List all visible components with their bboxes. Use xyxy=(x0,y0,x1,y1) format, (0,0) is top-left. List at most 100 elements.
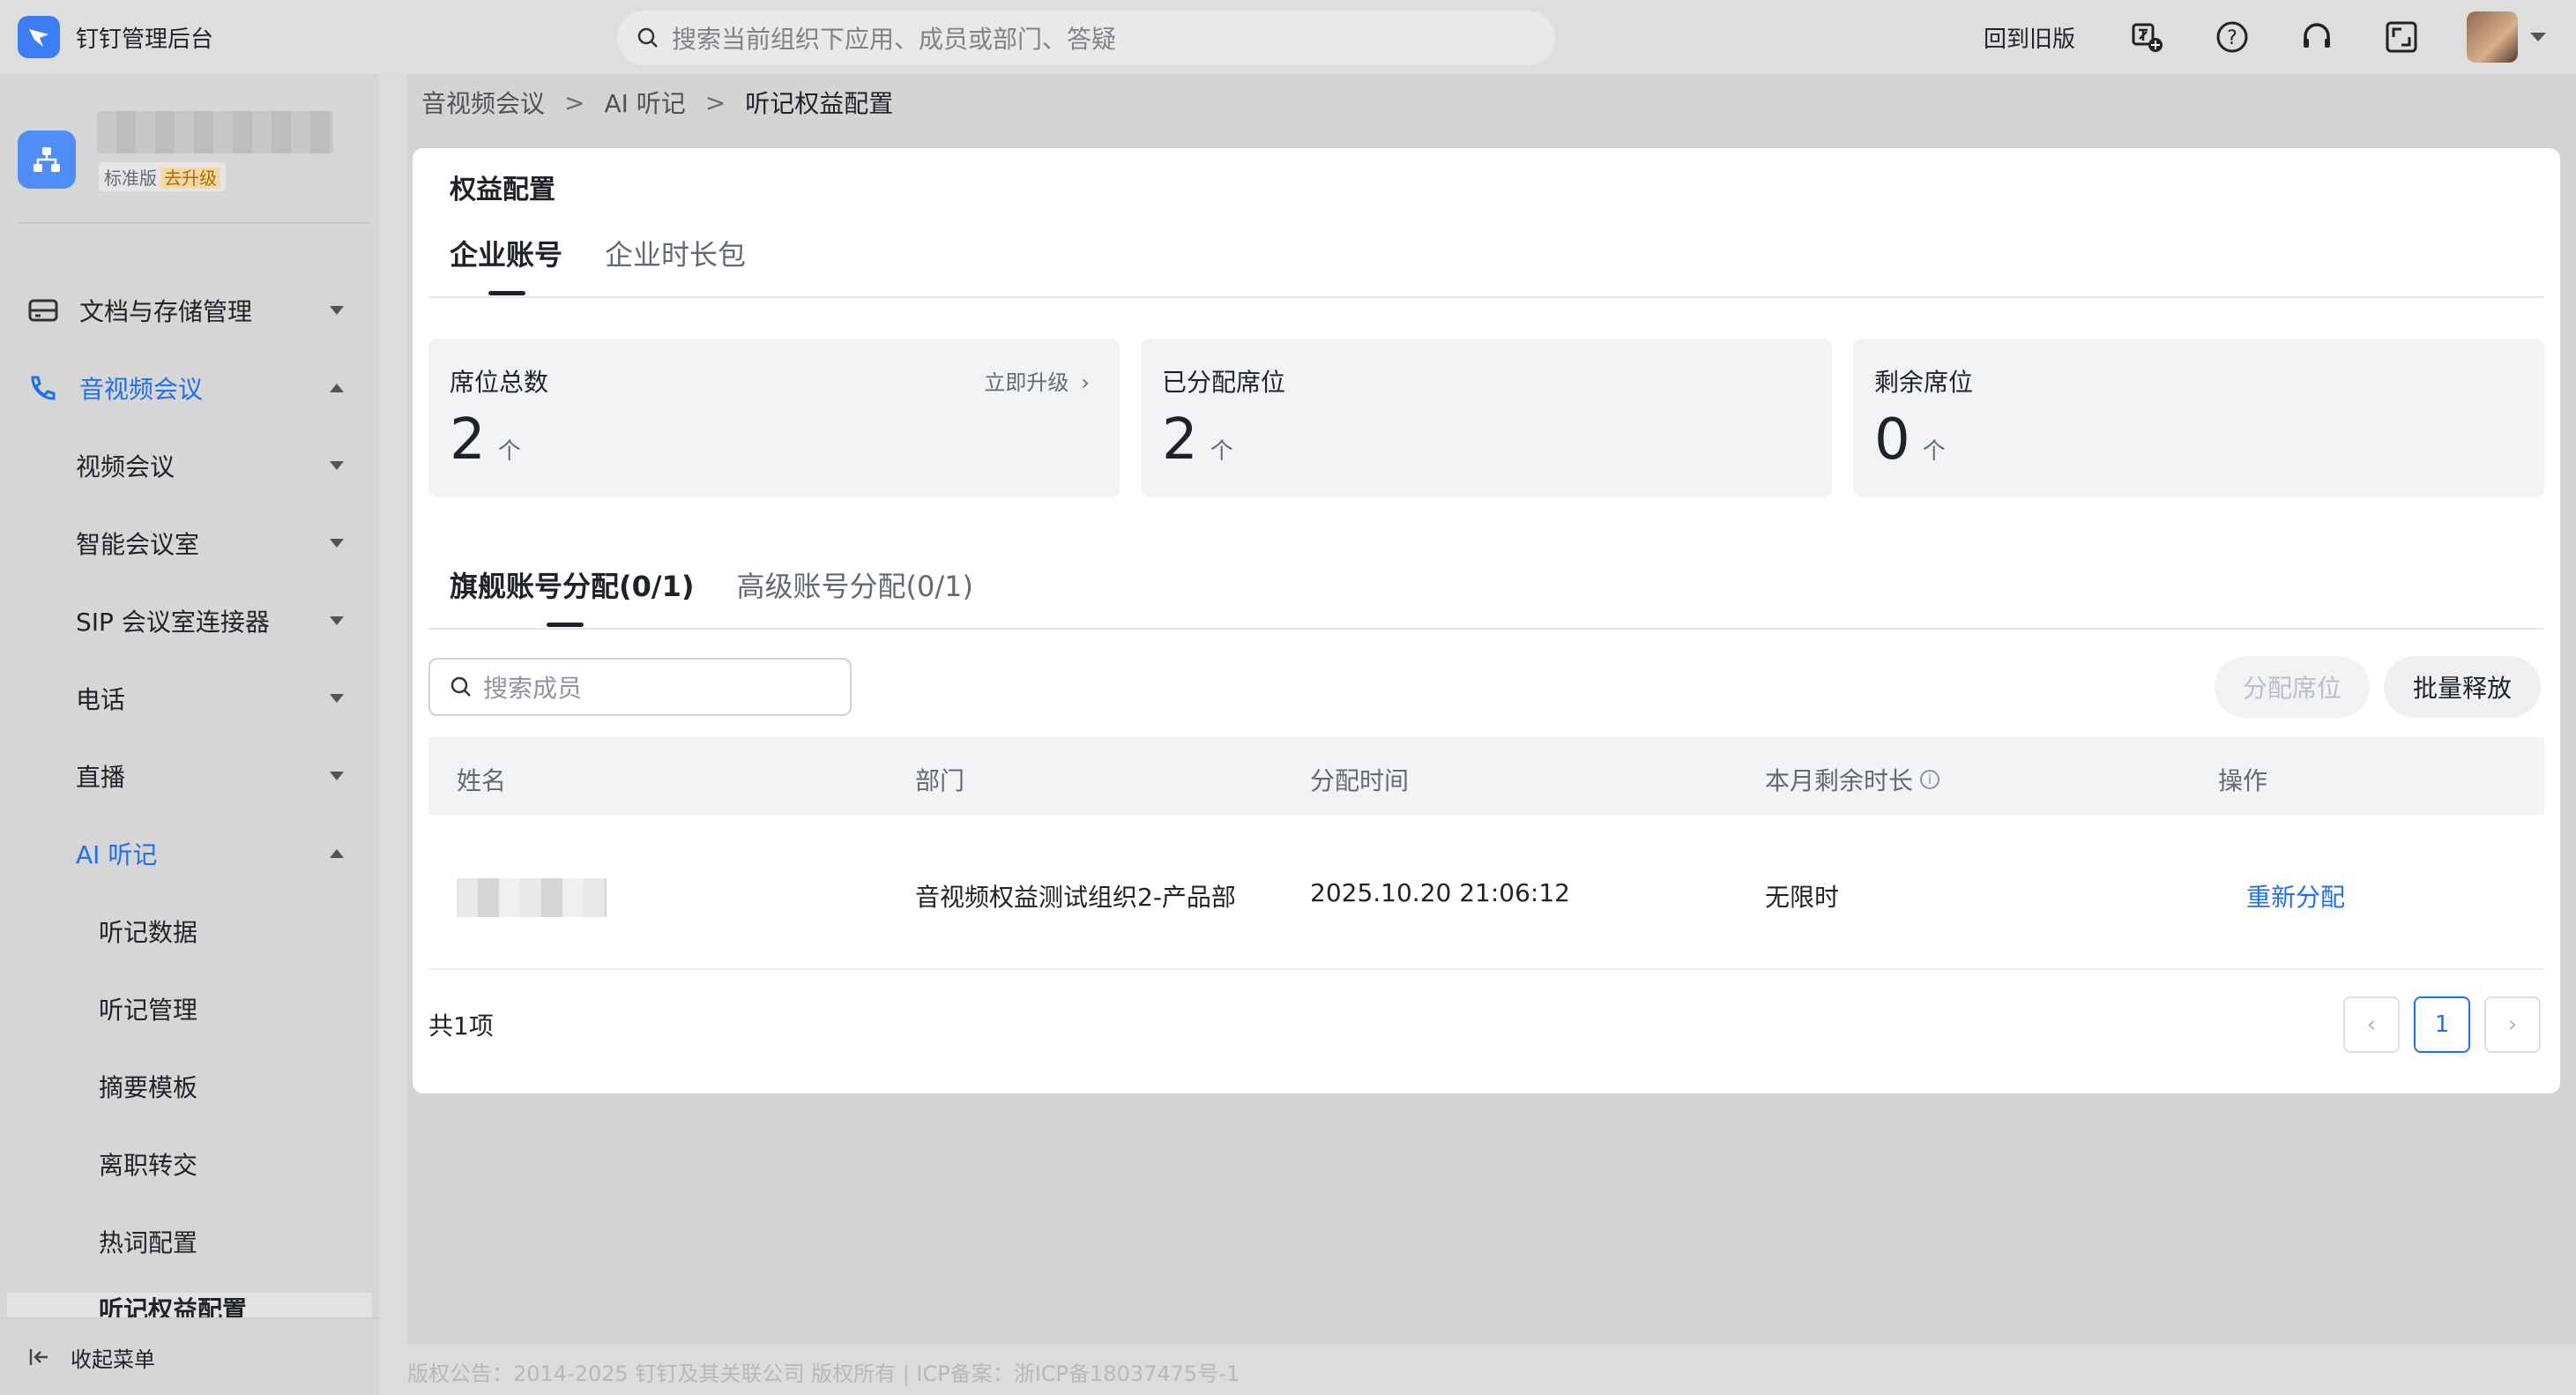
table-row: 音视频权益测试组织2-产品部 2025.10.20 21:06:12 无限时 重… xyxy=(428,815,2544,970)
stat-value: 2 xyxy=(1162,407,1198,473)
assign-seat-button[interactable]: 分配席位 xyxy=(2215,656,2370,718)
chevron-right-icon: › xyxy=(1081,370,1090,395)
sidebar-item-notes-rights[interactable]: 听记权益配置 xyxy=(7,1293,372,1317)
tab-indicator xyxy=(488,291,525,295)
column-header-action: 操作 xyxy=(2218,766,2268,795)
chevron-down-icon xyxy=(330,306,344,315)
page-button-current[interactable]: 1 xyxy=(2414,996,2470,1053)
stat-remaining-seats: 剩余席位 0个 xyxy=(1853,339,2544,497)
cell-time: 2025.10.20 21:06:12 xyxy=(1310,878,1570,907)
sidebar-item-label: 直播 xyxy=(76,763,126,792)
sidebar-item-label: AI 听记 xyxy=(76,840,158,869)
sidebar-item-smart-room[interactable]: 智能会议室 xyxy=(0,517,379,570)
stat-total-seats: 席位总数 立即升级 › 2个 xyxy=(428,339,1120,497)
sidebar-item-label: SIP 会议室连接器 xyxy=(76,608,270,637)
svg-text:?: ? xyxy=(2227,27,2237,49)
sidebar-item-video-meeting[interactable]: 视频会议 xyxy=(0,439,379,492)
phone-video-icon xyxy=(31,376,56,400)
sidebar-item-label: 摘要模板 xyxy=(99,1073,198,1102)
headset-service-icon[interactable] xyxy=(2297,18,2336,56)
total-count: 共1项 xyxy=(428,1011,494,1041)
chevron-left-icon: ‹ xyxy=(2366,1011,2377,1038)
stat-unit: 个 xyxy=(1210,438,1233,465)
sidebar-item-summary-template[interactable]: 摘要模板 xyxy=(0,1060,379,1113)
breadcrumb-item[interactable]: 音视频会议 xyxy=(421,85,545,120)
sidebar-item-label: 听记数据 xyxy=(99,918,198,947)
tab-flagship-assign[interactable]: 旗舰账号分配(0/1) xyxy=(450,564,694,605)
stat-assigned-seats: 已分配席位 2个 xyxy=(1141,339,1832,497)
org-icon[interactable] xyxy=(18,131,76,189)
chevron-down-icon[interactable] xyxy=(2530,33,2546,41)
copyright-footer: 版权公告：2014-2025 钉钉及其关联公司 版权所有 | ICP备案：浙IC… xyxy=(407,1361,1240,1386)
org-name-redacted xyxy=(97,111,333,153)
seat-type-tabs: 旗舰账号分配(0/1) 高级账号分配(0/1) xyxy=(450,564,1016,605)
search-icon xyxy=(637,27,658,48)
info-icon[interactable]: i xyxy=(1920,770,1940,789)
upgrade-link[interactable]: 去升级 xyxy=(160,168,220,189)
member-search-input[interactable]: 搜索成员 xyxy=(428,658,852,716)
sidebar-item-notes-data[interactable]: 听记数据 xyxy=(0,905,379,958)
storage-icon xyxy=(28,299,58,322)
chevron-right-icon: > xyxy=(564,87,585,117)
org-divider xyxy=(18,222,370,224)
tab-indicator xyxy=(547,623,584,627)
column-header-time: 分配时间 xyxy=(1310,766,1410,795)
stat-title: 剩余席位 xyxy=(1874,368,1974,397)
fullscreen-icon[interactable] xyxy=(2382,18,2421,56)
sidebar-item-label: 热词配置 xyxy=(99,1228,198,1257)
member-name-redacted xyxy=(457,878,607,917)
account-tabs: 企业账号 企业时长包 xyxy=(450,233,788,273)
app-title: 钉钉管理后台 xyxy=(76,26,214,53)
chevron-down-icon xyxy=(330,694,344,703)
prev-page-button[interactable]: ‹ xyxy=(2343,996,2400,1053)
breadcrumb: 音视频会议 > AI 听记 > 听记权益配置 xyxy=(421,85,893,120)
search-icon xyxy=(450,676,471,697)
upgrade-now-link[interactable]: 立即升级 › xyxy=(984,365,1090,396)
sidebar-item-av-meeting[interactable]: 音视频会议 xyxy=(0,362,379,414)
batch-release-button[interactable]: 批量释放 xyxy=(2384,656,2541,718)
sidebar-item-phone[interactable]: 电话 xyxy=(0,672,379,725)
tabs-divider xyxy=(428,296,2544,298)
chevron-down-icon xyxy=(330,772,344,780)
sidebar-item-label: 听记管理 xyxy=(99,996,198,1025)
chevron-right-icon: > xyxy=(704,87,726,117)
sidebar: 标准版 去升级 文档与存储管理 音视频会议 视频会议 智能会议室 SIP 会议室连… xyxy=(0,74,379,1395)
top-bar: 钉钉管理后台 搜索当前组织下应用、成员或部门、答疑 回到旧版 ? xyxy=(0,0,2576,74)
sidebar-item-ai-notes[interactable]: AI 听记 xyxy=(0,827,379,880)
chevron-down-icon xyxy=(330,616,344,625)
sidebar-item-hotword[interactable]: 热词配置 xyxy=(0,1215,379,1268)
sidebar-item-docs-storage[interactable]: 文档与存储管理 xyxy=(0,284,379,337)
help-icon[interactable]: ? xyxy=(2213,18,2252,56)
plan-label: 标准版 xyxy=(104,168,157,189)
stat-title: 席位总数 xyxy=(450,368,549,397)
collapse-menu-button[interactable]: 收起菜单 xyxy=(0,1317,379,1395)
stat-unit: 个 xyxy=(497,438,521,465)
next-page-button[interactable]: › xyxy=(2484,996,2541,1053)
tab-advanced-assign[interactable]: 高级账号分配(0/1) xyxy=(736,564,972,605)
global-search-placeholder: 搜索当前组织下应用、成员或部门、答疑 xyxy=(672,25,1117,54)
global-search-input[interactable]: 搜索当前组织下应用、成员或部门、答疑 xyxy=(617,11,1555,65)
dingtalk-logo-icon[interactable] xyxy=(18,16,60,58)
sidebar-item-label: 音视频会议 xyxy=(79,375,204,404)
sidebar-item-notes-manage[interactable]: 听记管理 xyxy=(0,982,379,1035)
back-to-old-version-link[interactable]: 回到旧版 xyxy=(1984,21,2075,54)
tab-enterprise-duration-pack[interactable]: 企业时长包 xyxy=(605,233,746,273)
breadcrumb-item[interactable]: AI 听记 xyxy=(604,85,685,120)
stat-title: 已分配席位 xyxy=(1162,368,1286,397)
cell-dept: 音视频权益测试组织2-产品部 xyxy=(915,883,1236,912)
chevron-right-icon: › xyxy=(2507,1011,2518,1038)
sidebar-item-resign-transfer[interactable]: 离职转交 xyxy=(0,1138,379,1190)
chevron-up-icon xyxy=(330,849,344,858)
reassign-link[interactable]: 重新分配 xyxy=(2246,878,2345,914)
sidebar-item-label: 视频会议 xyxy=(76,452,175,481)
chevron-down-icon xyxy=(330,539,344,548)
plan-badge: 标准版 去升级 xyxy=(99,162,226,191)
collapse-menu-label: 收起菜单 xyxy=(71,1347,155,1372)
user-avatar[interactable] xyxy=(2467,11,2518,63)
sidebar-item-sip-connector[interactable]: SIP 会议室连接器 xyxy=(0,594,379,647)
tab-enterprise-account[interactable]: 企业账号 xyxy=(450,233,562,273)
table-header: 姓名 部门 分配时间 本月剩余时长 i 操作 xyxy=(428,737,2544,815)
column-header-name: 姓名 xyxy=(457,766,507,795)
sidebar-item-live[interactable]: 直播 xyxy=(0,750,379,802)
translate-icon[interactable] xyxy=(2128,18,2167,56)
